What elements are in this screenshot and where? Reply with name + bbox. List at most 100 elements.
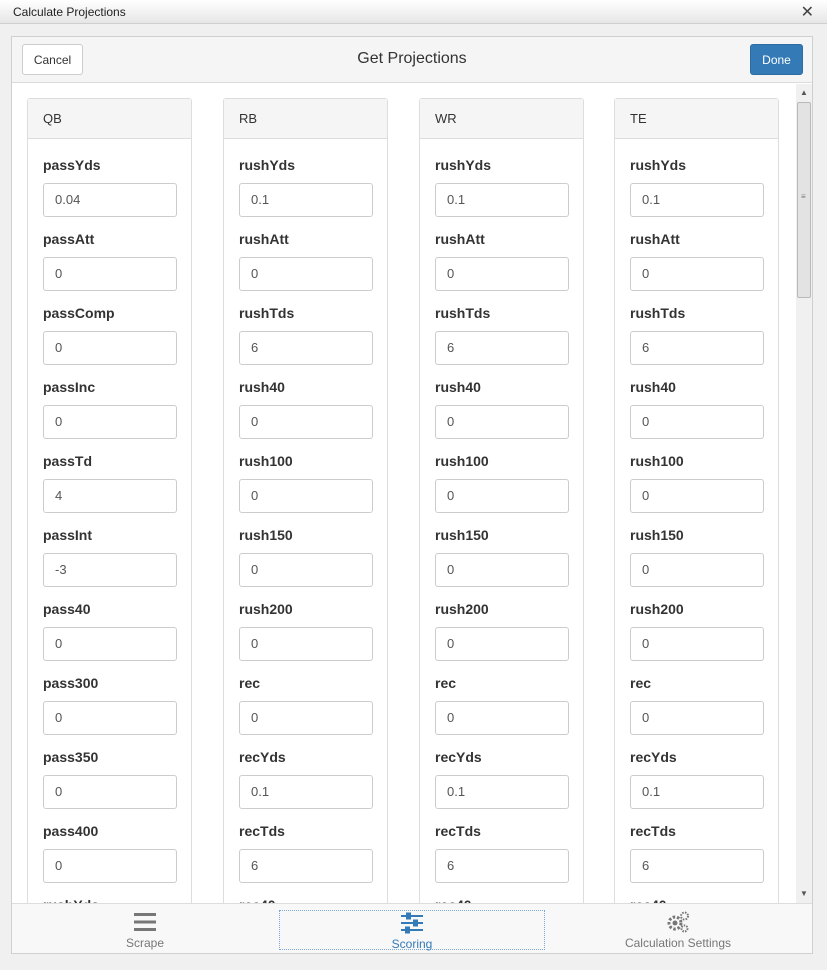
score-input[interactable]: 0	[239, 405, 373, 439]
score-input[interactable]: -3	[43, 553, 177, 587]
field-label: passAtt	[43, 231, 95, 247]
scoring-field: passYds 0.04	[43, 157, 177, 217]
tab-scrape[interactable]: Scrape	[12, 910, 278, 950]
score-input[interactable]: 0	[630, 701, 764, 735]
score-input[interactable]: 0	[435, 479, 569, 513]
score-input[interactable]: 6	[435, 849, 569, 883]
score-input[interactable]: 0	[630, 405, 764, 439]
score-input[interactable]: 0	[435, 627, 569, 661]
field-label: rush200	[435, 601, 489, 617]
scoring-field: recTds 6	[239, 823, 373, 883]
scoring-field: rushTds 6	[435, 305, 569, 365]
score-input[interactable]: 0	[239, 553, 373, 587]
scoring-field: recYds 0.1	[630, 749, 764, 809]
score-input[interactable]: 0	[630, 627, 764, 661]
hamburger-icon	[134, 913, 156, 931]
field-label: rushYds	[630, 157, 687, 173]
scroll-up-arrow-icon[interactable]: ▲	[796, 86, 812, 100]
score-input[interactable]: 0.1	[239, 775, 373, 809]
scoring-field: recYds 0.1	[239, 749, 373, 809]
panel-heading: WR	[420, 99, 583, 139]
score-input[interactable]: 6	[630, 331, 764, 365]
scoring-field: rushYds 0.1	[435, 157, 569, 217]
score-input[interactable]: 0	[43, 701, 177, 735]
tab-scoring[interactable]: Scoring	[279, 910, 545, 951]
field-label: rec	[239, 675, 261, 691]
field-label: recTds	[435, 823, 481, 839]
scoring-field: rushYds 0.1	[630, 157, 764, 217]
scoring-field: rush200 0	[630, 601, 764, 661]
scoring-field: pass40 0	[43, 601, 177, 661]
score-input[interactable]: 0.1	[630, 183, 764, 217]
score-input[interactable]: 0	[630, 257, 764, 291]
score-input[interactable]: 0	[43, 405, 177, 439]
score-input[interactable]: 0	[43, 627, 177, 661]
score-input[interactable]: 0.1	[630, 775, 764, 809]
position-panel-qb: QB passYds 0.04 passAtt 0 passComp 0 passInc 0 pa…	[27, 98, 192, 903]
score-input[interactable]: 6	[435, 331, 569, 365]
field-label: passComp	[43, 305, 115, 321]
score-input[interactable]: 0	[435, 257, 569, 291]
score-input[interactable]: 4	[43, 479, 177, 513]
score-input[interactable]: 6	[239, 331, 373, 365]
score-input[interactable]: 0.1	[239, 183, 373, 217]
done-button[interactable]: Done	[750, 44, 803, 75]
scoring-field: rushTds 6	[239, 305, 373, 365]
scoring-field: passComp 0	[43, 305, 177, 365]
position-panel-rb: RB rushYds 0.1 rushAtt 0 rushTds 6 rush40 0 rush1…	[223, 98, 388, 903]
scrollbar-thumb[interactable]: ≡	[797, 102, 811, 298]
score-input[interactable]: 0	[43, 775, 177, 809]
scoring-field: passTd 4	[43, 453, 177, 513]
vertical-scrollbar[interactable]: ▲ ≡ ▼	[796, 84, 812, 903]
score-input[interactable]: 0	[43, 849, 177, 883]
field-label: rushAtt	[630, 231, 680, 247]
dialog: Cancel Get Projections Done QB passYds 0.0…	[11, 36, 813, 954]
score-input[interactable]: 6	[630, 849, 764, 883]
position-panel-wr: WR rushYds 0.1 rushAtt 0 rushTds 6 rush40 0 rush1…	[419, 98, 584, 903]
score-input[interactable]: 0	[630, 479, 764, 513]
field-label: pass350	[43, 749, 99, 765]
score-input[interactable]: 0	[435, 553, 569, 587]
field-label: rush100	[435, 453, 489, 469]
field-label: rush150	[239, 527, 293, 543]
tab-calculation-settings-label: Calculation Settings	[624, 936, 732, 950]
field-label: recYds	[630, 749, 677, 765]
field-label: rush100	[630, 453, 684, 469]
score-input[interactable]: 0	[43, 257, 177, 291]
field-label: recTds	[239, 823, 285, 839]
scoring-field: rush40 0	[239, 379, 373, 439]
tab-scoring-label: Scoring	[391, 937, 433, 951]
score-input[interactable]: 0	[239, 627, 373, 661]
scoring-field: passAtt 0	[43, 231, 177, 291]
field-label: recYds	[435, 749, 482, 765]
score-input[interactable]: 6	[239, 849, 373, 883]
scroll-down-arrow-icon[interactable]: ▼	[796, 887, 812, 901]
tab-scrape-label: Scrape	[125, 936, 165, 950]
bottom-tab-bar: Scrape Scoring Calculation Settings	[12, 903, 812, 953]
scoring-field: rush200 0	[435, 601, 569, 661]
score-input[interactable]: 0	[435, 405, 569, 439]
score-input[interactable]: 0	[239, 479, 373, 513]
panel-heading: TE	[615, 99, 778, 139]
field-label: rushTds	[239, 305, 295, 321]
panel-heading: QB	[28, 99, 191, 139]
tab-calculation-settings[interactable]: Calculation Settings	[545, 910, 811, 950]
score-input[interactable]: 0	[43, 331, 177, 365]
field-label: rushYds	[435, 157, 492, 173]
score-input[interactable]: 0.1	[435, 183, 569, 217]
scoring-field: rush100 0	[239, 453, 373, 513]
title-bar: Calculate Projections ✕	[0, 0, 827, 24]
score-input[interactable]: 0	[435, 701, 569, 735]
field-label: rushAtt	[435, 231, 485, 247]
field-label: rush200	[630, 601, 684, 617]
score-input[interactable]: 0.04	[43, 183, 177, 217]
field-label: rush200	[239, 601, 293, 617]
scoring-field: rushAtt 0	[239, 231, 373, 291]
score-input[interactable]: 0.1	[435, 775, 569, 809]
score-input[interactable]: 0	[239, 701, 373, 735]
panel-heading: RB	[224, 99, 387, 139]
field-label: rec	[630, 675, 652, 691]
score-input[interactable]: 0	[239, 257, 373, 291]
score-input[interactable]: 0	[630, 553, 764, 587]
close-icon[interactable]: ✕	[801, 2, 814, 21]
